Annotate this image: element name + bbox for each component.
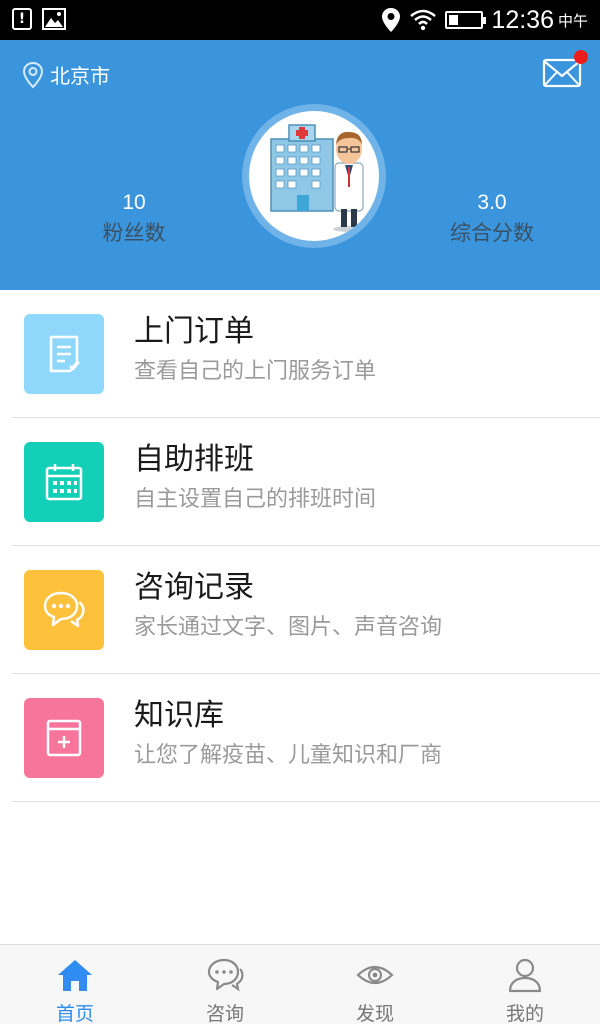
menu-title: 咨询记录 — [134, 570, 254, 605]
menu-icon-tile — [24, 698, 104, 778]
unread-badge — [574, 50, 588, 64]
divider — [12, 801, 600, 802]
profile-header: 北京市 10 粉丝数 3.0 综合分数 — [0, 40, 600, 290]
menu-item-consult-records[interactable]: 咨询记录 家长通过文字、图片、声音咨询 — [0, 546, 600, 674]
tab-consult[interactable]: 咨询 — [150, 945, 300, 1024]
menu-title: 上门订单 — [134, 314, 254, 349]
bottom-nav: 首页 咨询 发现 我的 — [0, 944, 600, 1024]
fans-count: 10 — [122, 191, 146, 214]
alert-notification-icon: ! — [12, 8, 32, 30]
clock-period: 中午 — [557, 11, 588, 30]
home-icon — [58, 960, 92, 991]
image-notification-icon — [42, 8, 66, 30]
tab-label: 咨询 — [205, 1003, 244, 1024]
menu-subtitle: 家长通过文字、图片、声音咨询 — [134, 615, 443, 640]
battery-icon — [445, 11, 487, 29]
tab-label: 发现 — [355, 1003, 394, 1024]
score-stat: 3.0 综合分数 — [432, 190, 552, 250]
tab-label: 首页 — [55, 1003, 94, 1024]
clock-time: 12:36 — [491, 5, 554, 34]
location-label: 北京市 — [50, 64, 110, 88]
order-document-icon — [49, 335, 80, 373]
menu-icon-tile — [24, 314, 104, 394]
score-label: 综合分数 — [450, 221, 534, 245]
fans-stat: 10 粉丝数 — [74, 190, 194, 250]
knowledge-box-icon — [46, 719, 82, 757]
eye-icon — [356, 965, 394, 985]
calendar-icon — [45, 464, 83, 501]
wifi-icon — [410, 9, 437, 31]
location-pin-icon — [382, 8, 401, 32]
messages-button[interactable] — [542, 50, 588, 90]
tab-discover[interactable]: 发现 — [300, 945, 450, 1024]
tab-mine[interactable]: 我的 — [450, 945, 600, 1024]
location-pin-icon — [22, 61, 44, 88]
menu-subtitle: 查看自己的上门服务订单 — [134, 359, 377, 384]
menu-title: 自助排班 — [134, 442, 254, 477]
location-selector[interactable]: 北京市 — [22, 60, 110, 89]
score-value: 3.0 — [477, 191, 507, 214]
menu-icon-tile — [24, 570, 104, 650]
menu-title: 知识库 — [134, 698, 224, 733]
menu-item-home-orders[interactable]: 上门订单 查看自己的上门服务订单 — [0, 290, 600, 418]
menu-item-self-scheduling[interactable]: 自助排班 自主设置自己的排班时间 — [0, 418, 600, 546]
tab-label: 我的 — [505, 1003, 544, 1024]
menu-subtitle: 自主设置自己的排班时间 — [134, 487, 377, 512]
avatar[interactable] — [242, 104, 386, 248]
chat-bubbles-icon — [43, 591, 85, 628]
menu-item-knowledge-base[interactable]: 知识库 让您了解疫苗、儿童知识和厂商 — [0, 674, 600, 802]
status-bar: ! 12:36 中午 — [0, 0, 600, 40]
menu-icon-tile — [24, 442, 104, 522]
fans-label: 粉丝数 — [102, 221, 166, 245]
feature-menu: 上门订单 查看自己的上门服务订单 自助排班 自主设置自己的排班时间 咨询记录 家… — [0, 290, 600, 802]
doctor-hospital-avatar-icon — [270, 124, 365, 232]
menu-subtitle: 让您了解疫苗、儿童知识和厂商 — [134, 743, 443, 768]
user-icon — [508, 958, 542, 993]
chat-icon — [207, 958, 244, 992]
tab-home[interactable]: 首页 — [0, 945, 150, 1024]
